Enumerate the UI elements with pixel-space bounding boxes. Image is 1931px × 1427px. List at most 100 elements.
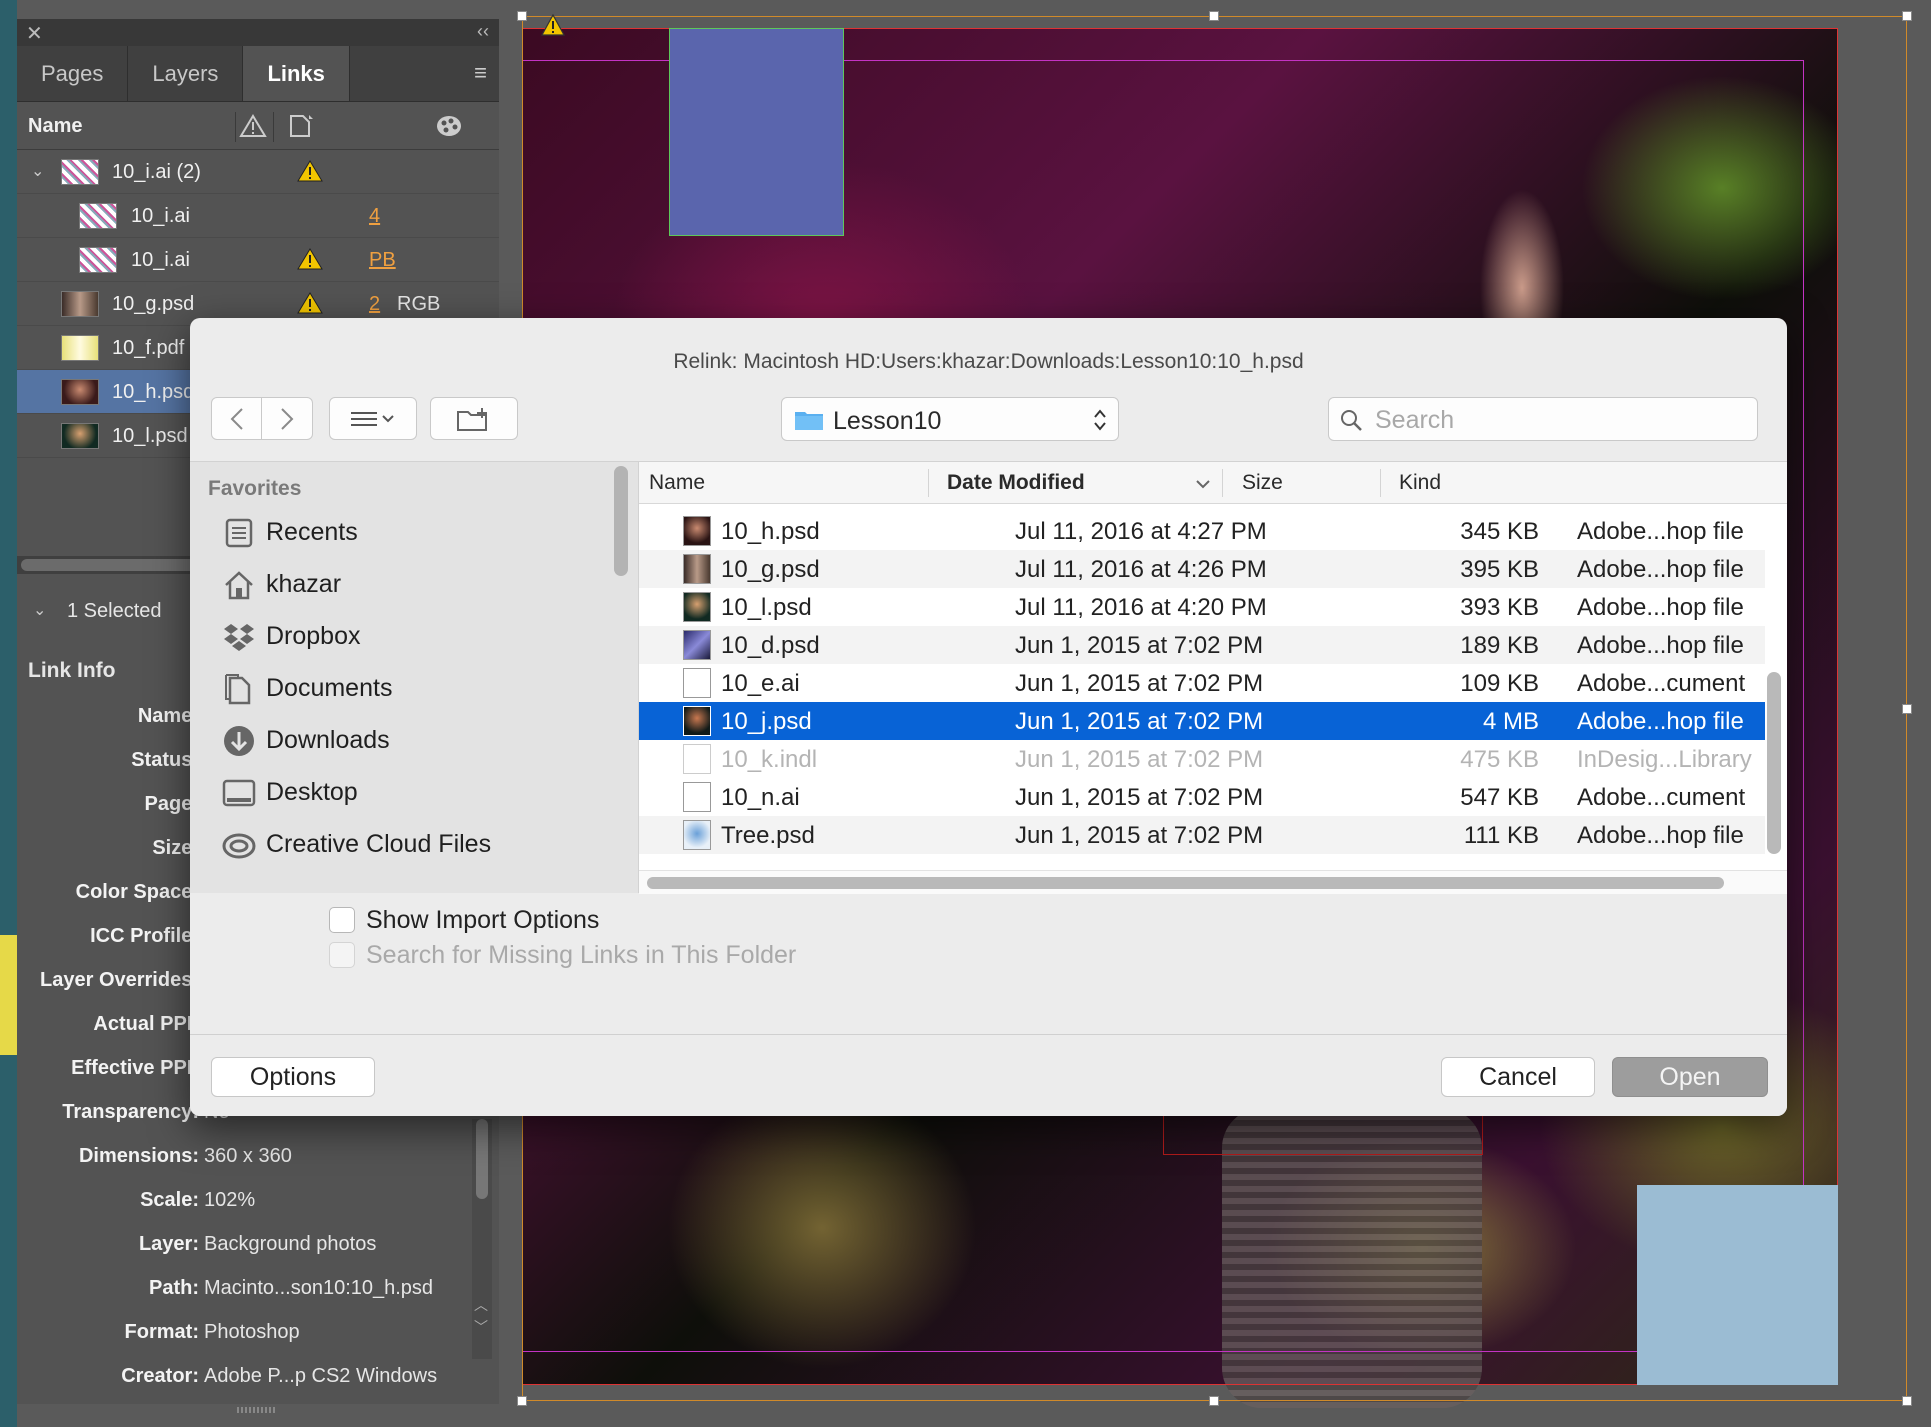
resize-handle[interactable] — [1902, 1396, 1912, 1406]
status-column-icon[interactable] — [239, 113, 267, 139]
file-row[interactable]: 10_g.psd Jul 11, 2016 at 4:26 PM 395 KB … — [639, 550, 1765, 588]
file-size: 111 KB — [1463, 822, 1539, 849]
file-date: Jun 1, 2015 at 7:02 PM — [1015, 746, 1264, 773]
search-input[interactable] — [1375, 405, 1745, 435]
resize-handle[interactable] — [517, 11, 527, 21]
info-key: Actual PPI: — [93, 1013, 199, 1035]
info-value: 360 x 360 — [204, 1145, 292, 1167]
file-name: 10_d.psd — [721, 632, 820, 659]
scroll-down-icon[interactable]: ﹀ — [474, 1317, 488, 1337]
psd-file-icon — [683, 592, 711, 622]
psd-file-icon — [683, 820, 711, 850]
info-key: Layer Overrides: — [40, 969, 199, 991]
link-row[interactable]: 10_i.ai 4 — [17, 194, 499, 238]
location-label: Lesson10 — [833, 407, 942, 435]
forward-button[interactable] — [262, 397, 313, 440]
file-row[interactable]: Tree.psd Jun 1, 2015 at 7:02 PM 111 KB A… — [639, 816, 1765, 854]
documents-icon — [225, 674, 251, 705]
column-kind[interactable]: Kind — [1399, 462, 1441, 504]
open-button[interactable]: Open — [1612, 1057, 1768, 1097]
resize-handle[interactable] — [1902, 704, 1912, 714]
name-column-label[interactable]: Name — [28, 115, 82, 138]
file-list-vertical-scrollbar[interactable] — [1767, 672, 1781, 854]
sidebar-item-label: Recents — [266, 518, 358, 546]
updown-arrows-icon — [1094, 409, 1106, 431]
info-row: Layer: Background photos — [17, 1233, 499, 1273]
ai-thumbnail — [79, 247, 117, 273]
options-button[interactable]: Options — [211, 1057, 375, 1097]
info-scrollbar[interactable]: ︿ ﹀ — [472, 1119, 492, 1359]
file-row-selected[interactable]: 10_j.psd Jun 1, 2015 at 7:02 PM 4 MB Ado… — [639, 702, 1765, 740]
column-size[interactable]: Size — [1242, 462, 1283, 504]
file-name: Tree.psd — [721, 822, 815, 849]
tab-layers[interactable]: Layers — [128, 46, 244, 101]
file-list-horizontal-scrollbar[interactable] — [639, 870, 1787, 894]
resize-handle[interactable] — [1902, 11, 1912, 21]
info-row: Scale: 102% — [17, 1189, 499, 1229]
info-key: Creator: — [121, 1365, 199, 1387]
info-row: Creator: Adobe P...p CS2 Windows — [17, 1365, 499, 1405]
file-row[interactable]: 10_d.psd Jun 1, 2015 at 7:02 PM 189 KB A… — [639, 626, 1765, 664]
page-column-icon[interactable] — [287, 113, 315, 139]
scroll-up-icon[interactable]: ︿ — [474, 1295, 488, 1315]
file-name: 10_j.psd — [721, 708, 812, 735]
info-key: Layer: — [138, 1233, 199, 1255]
links-column-header: Name — [17, 102, 499, 150]
chevron-down-icon[interactable]: ⌄ — [33, 600, 46, 620]
search-box[interactable] — [1328, 397, 1758, 441]
scrollbar-thumb[interactable] — [476, 1119, 488, 1199]
sort-descending-icon[interactable] — [1195, 479, 1211, 489]
info-row: Format: Photoshop — [17, 1321, 499, 1361]
chevron-left-icon — [230, 407, 243, 430]
show-import-options-checkbox[interactable] — [329, 907, 355, 933]
link-row[interactable]: 10_i.ai PB — [17, 238, 499, 282]
dropbox-icon — [224, 624, 254, 651]
psd-file-icon — [683, 516, 711, 546]
sidebar-scrollbar[interactable] — [614, 466, 628, 576]
view-mode-button[interactable] — [329, 397, 417, 440]
resize-handle[interactable] — [1209, 11, 1219, 21]
info-value: 102% — [204, 1189, 256, 1211]
file-row[interactable]: 10_e.ai Jun 1, 2015 at 7:02 PM 109 KB Ad… — [639, 664, 1765, 702]
file-name: 10_k.indl — [721, 746, 818, 773]
color-space-label: RGB — [397, 293, 441, 315]
file-kind: Adobe...hop file — [1577, 594, 1744, 621]
page-number-link[interactable]: PB — [369, 249, 396, 272]
info-key: Format: — [124, 1321, 199, 1343]
file-row-partial — [639, 504, 1765, 512]
favorites-heading: Favorites — [208, 477, 302, 500]
file-row[interactable]: 10_n.ai Jun 1, 2015 at 7:02 PM 547 KB Ad… — [639, 778, 1765, 816]
sidebar-item-label: Desktop — [266, 778, 358, 806]
recents-icon — [225, 518, 253, 548]
chevron-down-icon[interactable]: ⌄ — [31, 161, 44, 181]
psd-file-icon — [683, 706, 711, 736]
back-button[interactable] — [211, 397, 262, 440]
file-row[interactable]: 10_l.psd Jul 11, 2016 at 4:20 PM 393 KB … — [639, 588, 1765, 626]
file-name: 10_g.psd — [721, 556, 820, 583]
info-row: Dimensions: 360 x 360 — [17, 1145, 499, 1185]
new-folder-button[interactable] — [430, 397, 518, 440]
page-number-link[interactable]: 4 — [369, 205, 380, 228]
tab-links[interactable]: Links — [243, 46, 350, 101]
close-icon[interactable]: ✕ — [26, 21, 43, 46]
column-date-modified[interactable]: Date Modified — [947, 462, 1085, 504]
link-row[interactable]: ⌄ 10_i.ai (2) — [17, 150, 499, 194]
page-number-link[interactable]: 2 — [369, 293, 380, 316]
scrollbar-thumb[interactable] — [647, 877, 1724, 889]
column-name[interactable]: Name — [649, 462, 705, 504]
resize-handle[interactable] — [1209, 1396, 1219, 1406]
file-size: 345 KB — [1460, 518, 1539, 545]
tab-pages[interactable]: Pages — [17, 46, 129, 101]
panel-menu-icon[interactable]: ≡ — [474, 60, 487, 86]
desktop-icon — [222, 779, 256, 807]
color-space-column-icon[interactable] — [435, 113, 463, 139]
file-row[interactable]: 10_h.psd Jul 11, 2016 at 4:27 PM 345 KB … — [639, 512, 1765, 550]
cancel-button[interactable]: Cancel — [1441, 1057, 1595, 1097]
location-dropdown[interactable]: Lesson10 — [781, 397, 1119, 441]
resize-grip-icon[interactable] — [237, 1407, 277, 1413]
warning-icon — [297, 292, 323, 314]
show-import-options-label[interactable]: Show Import Options — [366, 906, 599, 935]
link-name: 10_i.ai — [131, 205, 190, 227]
resize-handle[interactable] — [517, 1396, 527, 1406]
collapse-icon[interactable]: ‹‹ — [477, 21, 489, 42]
